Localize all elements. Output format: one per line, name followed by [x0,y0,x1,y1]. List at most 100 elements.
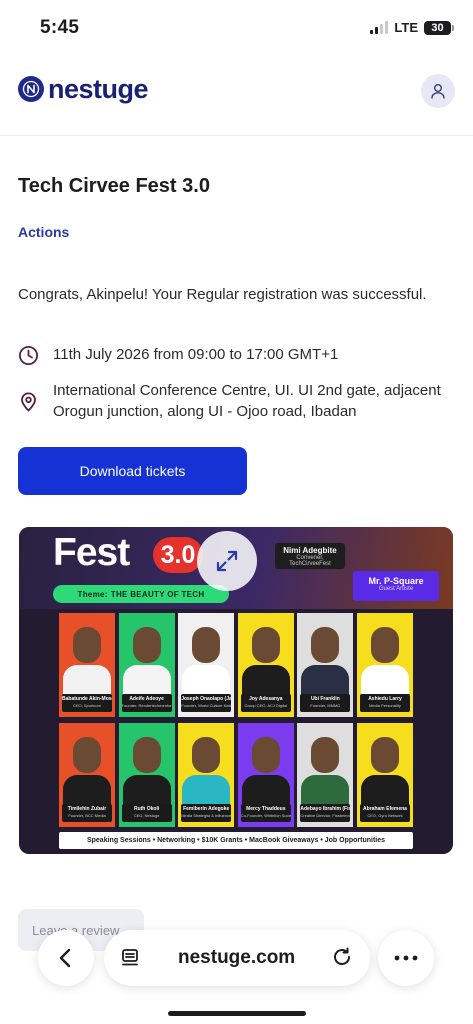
speaker-card: Abraham Efemena CEO, Gyro Network [357,723,413,827]
speaker-card: Babatunde Akin-Moses CEO, Spurtcom [59,613,115,717]
speaker-name-plate: Adeife Adeoye Founder, Rendertechmentor [121,694,172,712]
speaker-name: Ashiedu Larry [368,696,402,702]
reload-icon[interactable] [331,946,353,968]
expand-image-button[interactable] [197,531,257,591]
speaker-role: Media Personality [369,703,401,708]
event-banner: Fest 3.0 Theme: THE BEAUTY OF TECH Nimi … [19,527,453,854]
speaker-photo [132,737,161,773]
speaker-photo [251,737,280,773]
back-button[interactable] [38,930,94,986]
speaker-name-plate: Mercy Thaddeus Co-Founder, Whitelion Soci… [240,804,291,822]
speaker-photo [192,737,221,773]
app-header: nestuge [18,72,455,112]
logo-text: nestuge [48,74,149,104]
speaker-role: Founder, World Culture Nation [181,703,232,708]
registration-success-message: Congrats, Akinpelu! Your Regular registr… [18,286,427,303]
speaker-role: CEO, Nestuge [133,813,160,818]
guest-artiste-name: Mr. P-Square [368,576,424,586]
event-title: Tech Cirvee Fest 3.0 [18,175,210,197]
speaker-photo [371,737,399,773]
speaker-name-plate: Ubi Franklin Founder, MMMG [300,694,351,712]
speaker-card: Adeife Adeoye Founder, Rendertechmentor [118,613,175,717]
speaker-name: Timilehin Zubair [67,806,107,812]
chevron-left-icon [59,948,71,968]
speaker-card: Adebayo Ibrahim (Fissbemo)Creative Direc… [297,723,354,827]
status-indicators: LTE 30 [370,20,454,35]
convener-name: Nimi Adegbite [283,546,337,555]
user-avatar-button[interactable] [421,74,455,108]
guest-artiste-role: Guest Artiste [378,586,414,592]
guest-artiste-tag: Mr. P-Square Guest Artiste [353,571,439,601]
speaker-name-plate: Joseph Onaolapo (Jay On Air)Founder, Wor… [181,694,232,712]
speaker-photo [132,627,161,663]
speaker-name: Adebayo Ibrahim (Fissbemo) [300,806,350,812]
nestuge-logo[interactable]: nestuge [18,74,149,104]
speaker-card: Joseph Onaolapo (Jay On Air)Founder, Wor… [178,613,235,717]
event-date-text: 11th July 2026 from 09:00 to 17:00 GMT+1 [53,346,339,363]
user-icon [431,84,445,99]
battery-level: 30 [431,21,444,34]
speaker-role: Media Strategist & Influencer [181,813,232,818]
speaker-role: Founder, Rendertechmentor [121,703,172,708]
expand-icon [216,550,238,572]
speaker-name-plate: Ashiedu Larry Media Personality [360,694,410,712]
speaker-role: Founder, BCC Media [68,813,106,818]
speaker-name-plate: Ruth Okoli CEO, Nestuge [121,804,172,822]
speaker-photo [73,737,101,773]
speaker-card: Mercy Thaddeus Co-Founder, Whitelion Soci… [237,723,294,827]
speaker-name-plate: Timilehin Zubair Founder, BCC Media [62,804,112,822]
header-divider [0,135,473,136]
actions-link[interactable]: Actions [18,224,69,240]
speaker-name: Joy Adesanya [249,696,283,702]
speaker-card: Timilehin Zubair Founder, BCC Media [59,723,115,827]
speaker-photo [371,627,399,663]
speaker-name: Ruth Okoli [133,806,160,812]
speaker-photo [73,627,101,663]
banner-theme-prefix: Theme: [77,589,108,599]
event-venue-text: International Conference Centre, UI. UI … [53,382,441,420]
event-date-row: 11th July 2026 from 09:00 to 17:00 GMT+1 [18,344,338,366]
download-tickets-button[interactable]: Download tickets [18,447,247,495]
speaker-photo [311,737,340,773]
speaker-name-plate: Babatunde Akin-Moses CEO, Spurtcom [62,694,112,712]
logo-mark-icon [18,76,44,102]
speaker-name: Joseph Onaolapo (Jay On Air) [181,696,232,702]
speaker-name-plate: Abraham Efemena CEO, Gyro Network [360,804,410,822]
battery-icon: 30 [424,20,454,35]
network-type: LTE [394,20,418,35]
status-bar: 5:45 LTE 30 [0,0,473,54]
speaker-card: Ruth Okoli CEO, Nestuge [118,723,175,827]
speaker-role: CEO, Gyro Network [367,813,403,818]
location-pin-icon [21,392,36,412]
speaker-name: Abraham Efemena [363,806,407,812]
url-text: nestuge.com [178,947,296,968]
more-dots-icon [394,955,418,961]
speaker-role: Co-Founder, Whitelion Society [240,813,291,818]
speaker-role: Group CEO, ACJ Digital [244,703,288,708]
browser-toolbar: nestuge.com [0,928,473,998]
banner-theme-text: THE BEAUTY OF TECH [110,589,205,599]
banner-title: Fest [53,531,130,574]
clock-icon [18,345,39,366]
speaker-name: Ubi Franklin [310,696,340,702]
banner-edition-badge: 3.0 [153,537,203,573]
more-options-button[interactable] [378,930,434,986]
page-menu-icon[interactable] [120,948,140,968]
speaker-card: Joy Adesanya Group CEO, ACJ Digital [237,613,294,717]
speaker-card: Ashiedu Larry Media Personality [357,613,413,717]
speaker-photo [311,627,340,663]
speaker-role: CEO, Spurtcom [72,703,101,708]
speaker-role: Founder, MMMG [310,703,341,708]
address-bar[interactable]: nestuge.com [104,930,370,986]
speaker-photo [192,627,221,663]
speaker-name: Mercy Thaddeus [246,806,286,812]
status-time: 5:45 [40,17,80,38]
banner-tagline: Speaking Sessions • Networking • $10K Gr… [59,832,413,849]
speaker-name-plate: Joy Adesanya Group CEO, ACJ Digital [240,694,291,712]
signal-icon [370,21,389,34]
home-indicator [168,1011,306,1016]
speaker-name-plate: Femiberin Adegoke Media Strategist & Infl… [181,804,232,822]
speaker-name: Babatunde Akin-Moses [62,696,112,702]
speaker-name: Adeife Adeoye [129,696,164,702]
speaker-role: Creative Director, Fissbemo TV [300,813,351,818]
